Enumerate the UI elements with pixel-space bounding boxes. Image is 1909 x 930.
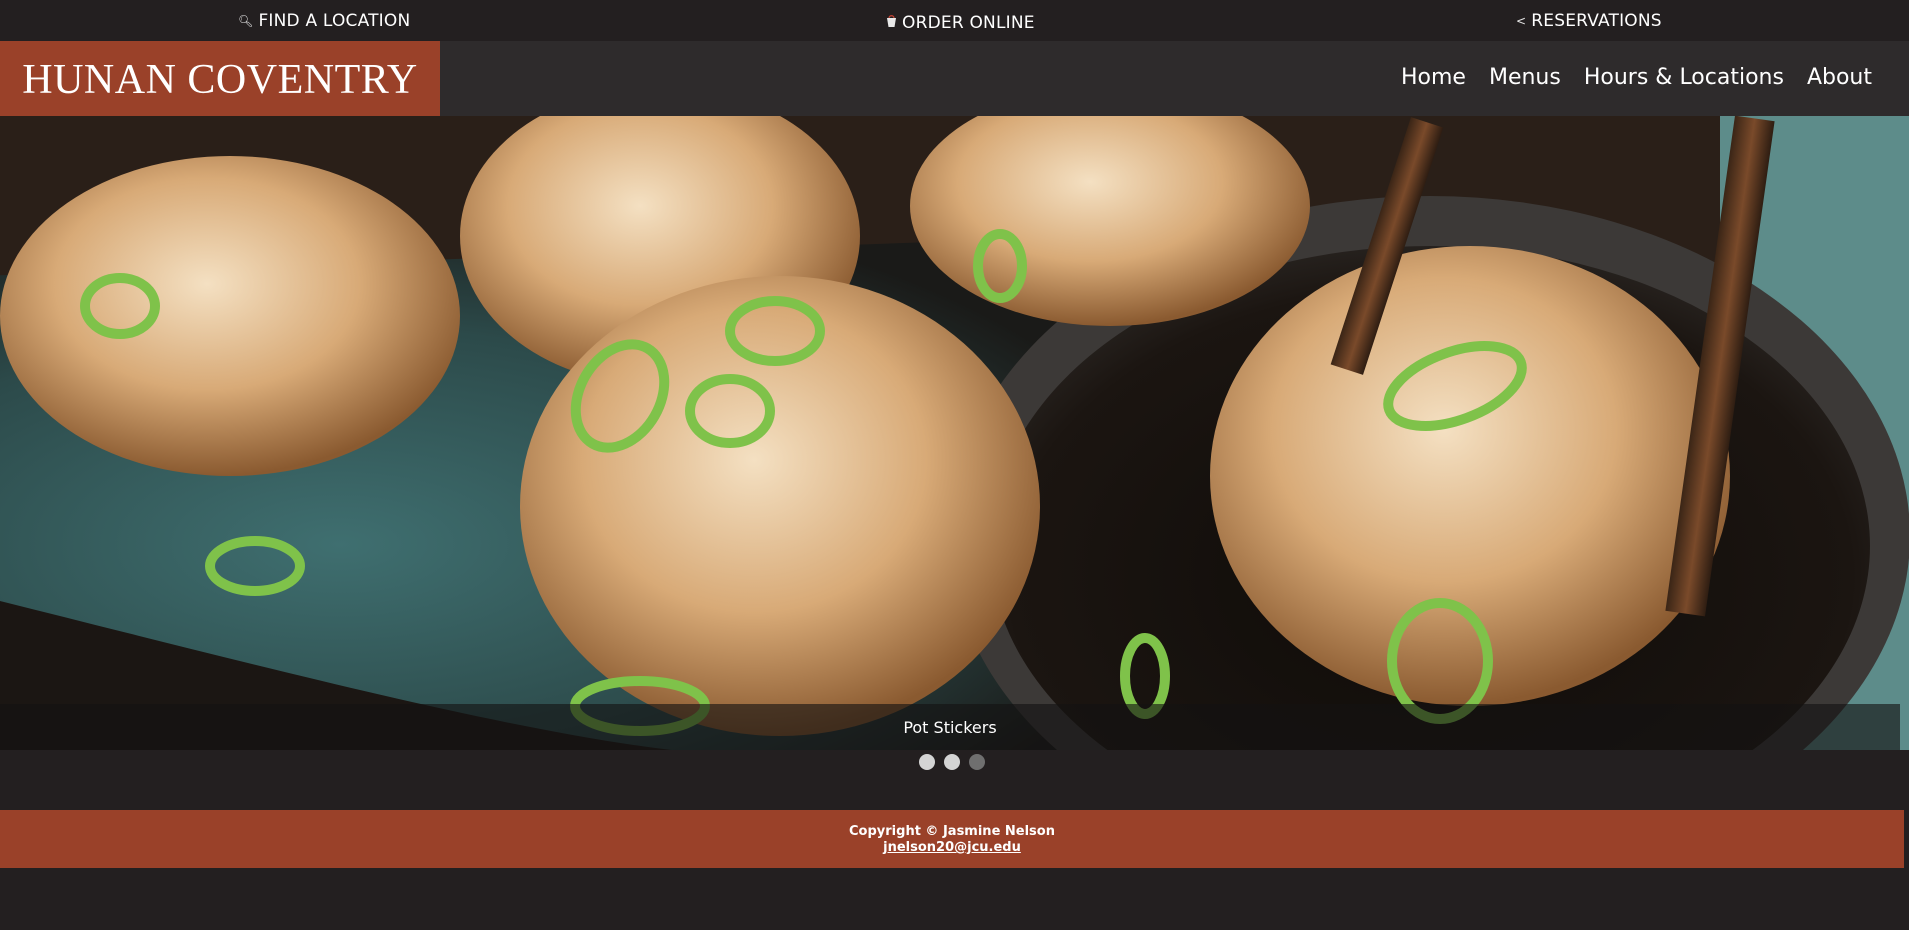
- main-nav: Home Menus Hours & Locations About: [1401, 65, 1872, 90]
- logo-text: HUNAN COVENTRY: [22, 56, 418, 103]
- site-footer: Copyright © Jasmine Nelson jnelson20@jcu…: [0, 810, 1904, 868]
- email-link[interactable]: jnelson20@jcu.edu: [0, 840, 1904, 856]
- reservations-link[interactable]: < RESERVATIONS: [1516, 11, 1662, 31]
- copyright-text: Copyright © Jasmine Nelson: [849, 824, 1055, 839]
- nav-home[interactable]: Home: [1401, 65, 1466, 90]
- slider-dots: [919, 754, 985, 770]
- slide-dot-2[interactable]: [944, 754, 960, 770]
- reservations-label: RESERVATIONS: [1531, 11, 1662, 31]
- search-icon: 🔍︎: [238, 14, 254, 28]
- site-header: HUNAN COVENTRY Home Menus Hours & Locati…: [0, 41, 1909, 116]
- find-location-link[interactable]: 🔍︎ FIND A LOCATION: [238, 11, 410, 31]
- takeout-box-icon: [886, 15, 897, 31]
- slide-caption-text: Pot Stickers: [903, 717, 997, 737]
- slide-dot-1[interactable]: [919, 754, 935, 770]
- hero-slider[interactable]: Pot Stickers: [0, 116, 1909, 750]
- nav-hours-locations[interactable]: Hours & Locations: [1584, 65, 1784, 90]
- slide-caption: Pot Stickers: [0, 704, 1900, 750]
- share-icon: <: [1516, 14, 1527, 28]
- page: 🔍︎ FIND A LOCATION ORDER ONLINE < RESERV…: [0, 0, 1909, 930]
- order-online-link[interactable]: ORDER ONLINE: [886, 13, 1035, 33]
- slide-dot-3[interactable]: [969, 754, 985, 770]
- nav-about[interactable]: About: [1807, 65, 1872, 90]
- logo[interactable]: HUNAN COVENTRY: [0, 41, 440, 116]
- order-online-label: ORDER ONLINE: [902, 13, 1035, 33]
- nav-menus[interactable]: Menus: [1489, 65, 1561, 90]
- utility-bar: 🔍︎ FIND A LOCATION ORDER ONLINE < RESERV…: [0, 0, 1909, 41]
- pot-stickers-photo: [0, 116, 1909, 750]
- find-location-label: FIND A LOCATION: [258, 11, 411, 31]
